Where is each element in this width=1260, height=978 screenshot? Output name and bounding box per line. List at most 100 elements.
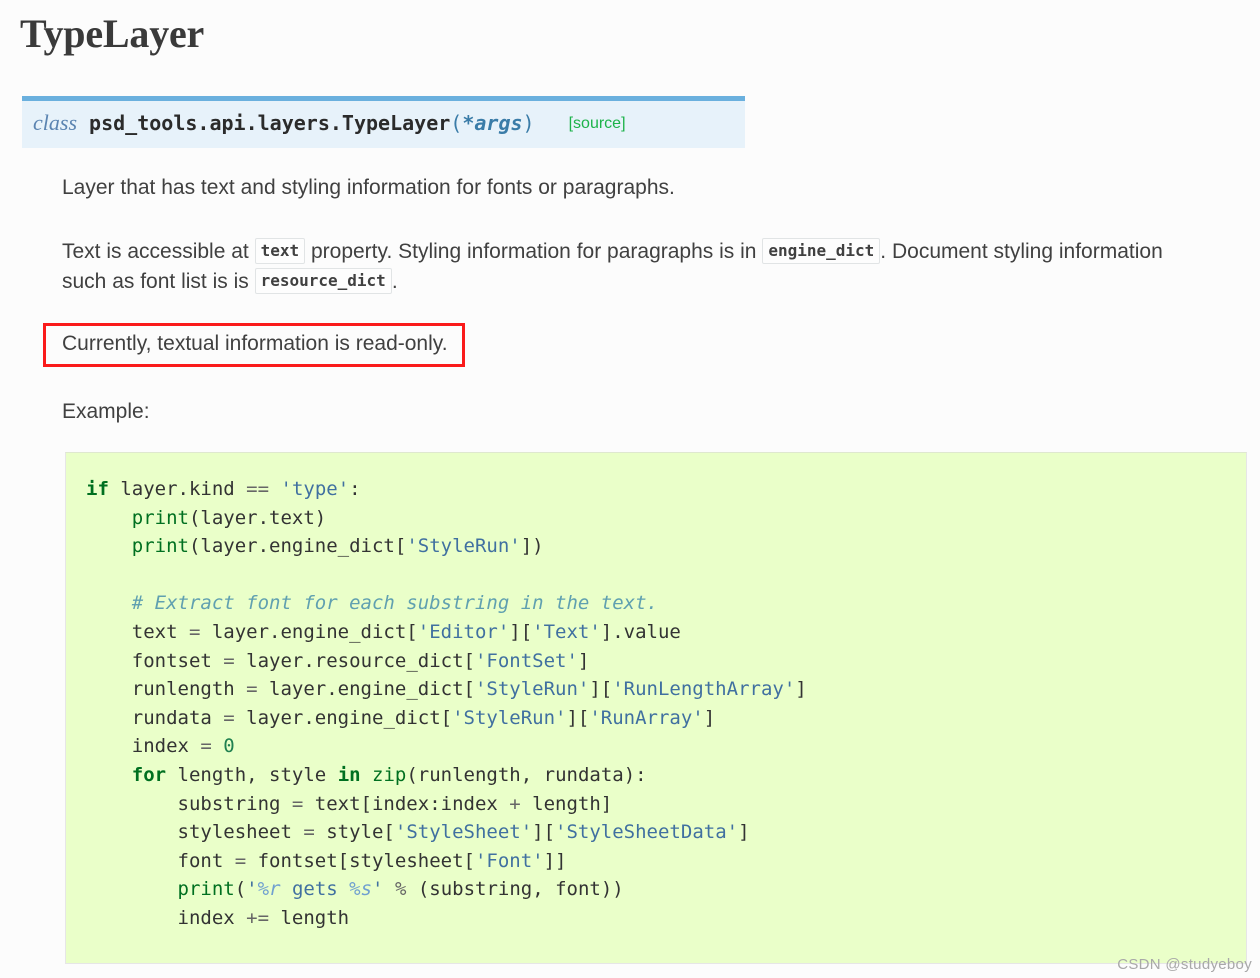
code-token: = <box>200 735 212 758</box>
code-token: font <box>86 849 235 872</box>
description-body: Layer that has text and styling informat… <box>43 173 1182 426</box>
example-label: Example: <box>62 400 150 423</box>
code-token: (substring, font)) <box>406 878 624 901</box>
code-token: = <box>246 678 258 701</box>
class-signature-box: class psd_tools.api.layers.TypeLayer(*ar… <box>22 96 745 148</box>
code-token: print <box>131 506 189 529</box>
code-token: length <box>269 906 350 929</box>
class-keyword: class <box>33 110 77 135</box>
code-token: 'type' <box>280 478 350 500</box>
code-token: ][ <box>566 706 590 729</box>
code-token: ' <box>246 878 258 901</box>
code-token: 'Editor' <box>417 620 510 643</box>
code-token: layer.engine_dict[ <box>257 678 475 701</box>
code-token: ] <box>577 649 590 672</box>
signature-open-paren: ( <box>450 111 463 135</box>
watermark: CSDN @studyeboy <box>1117 956 1252 973</box>
code-token: % <box>394 878 407 901</box>
code-token: zip <box>372 763 407 786</box>
code-token: layer.resource_dict[ <box>234 649 475 672</box>
code-token: = <box>223 649 235 672</box>
code-token: ]] <box>543 849 567 872</box>
code-token: # Extract font for each substring in the… <box>131 592 658 615</box>
paragraph2-text-3: . <box>880 240 887 263</box>
code-token: = <box>234 849 247 872</box>
code-token: 'StyleSheetData' <box>555 821 739 844</box>
inline-code-resource-dict: resource_dict <box>254 268 392 294</box>
signature-args: *args <box>462 111 523 135</box>
code-token: = <box>303 821 315 844</box>
code-token: substring <box>86 792 292 815</box>
code-token: (runlength, rundata): <box>406 763 647 786</box>
code-token: index <box>86 906 247 929</box>
code-token: text <box>86 620 189 643</box>
code-token: text[index:index <box>303 792 510 815</box>
readonly-highlight-box: Currently, textual information is read-o… <box>43 323 465 367</box>
code-token: print <box>177 878 235 901</box>
code-token: 'RunArray' <box>589 706 704 729</box>
inline-code-text: text <box>254 238 306 264</box>
class-qualified-name: psd_tools.api.layers.TypeLayer <box>89 111 451 135</box>
code-token: ][ <box>532 821 556 844</box>
code-token: length] <box>520 792 613 815</box>
code-token: ]) <box>520 535 544 558</box>
code-token: += <box>246 906 270 929</box>
code-token: ( <box>234 878 247 901</box>
code-token: ].value <box>600 620 681 643</box>
source-link[interactable]: [source] <box>569 115 626 132</box>
code-token: : <box>349 478 361 500</box>
code-token: %s <box>349 878 373 901</box>
code-token: 'StyleRun' <box>406 535 521 558</box>
code-token: in <box>337 763 361 786</box>
code-token: = <box>188 620 201 643</box>
code-token: ] <box>795 678 807 701</box>
code-token: 0 <box>223 735 235 758</box>
code-token: layer.engine_dict[ <box>200 620 418 643</box>
code-token: ' <box>372 878 384 901</box>
signature-close-paren: ) <box>522 111 535 135</box>
code-token: ][ <box>509 620 533 643</box>
code-token: fontset[stylesheet[ <box>246 849 475 872</box>
code-token: layer.kind <box>108 478 247 500</box>
inline-code-engine-dict: engine_dict <box>762 238 881 264</box>
code-token: == <box>246 478 270 500</box>
code-token: + <box>509 792 521 815</box>
code-token: index <box>86 735 201 758</box>
code-token: gets <box>280 878 350 901</box>
readonly-highlight-text: Currently, textual information is read-o… <box>62 332 448 355</box>
code-token: (layer.text) <box>188 506 327 529</box>
code-token: if <box>86 478 109 500</box>
code-token: 'Font' <box>474 849 544 872</box>
code-token: ][ <box>589 678 613 701</box>
code-token: 'StyleSheet' <box>394 821 533 844</box>
code-token: = <box>291 792 304 815</box>
code-token: 'StyleRun' <box>452 706 567 729</box>
code-token: style[ <box>314 821 395 844</box>
code-token: 'FontSet' <box>474 649 578 672</box>
code-token: rundata <box>86 706 224 729</box>
code-block: if layer.kind == 'type': print(layer.tex… <box>65 452 1247 964</box>
code-token: for <box>131 763 167 786</box>
code-token: %r <box>257 878 281 901</box>
code-token: = <box>223 706 235 729</box>
description-paragraph-1: Layer that has text and styling informat… <box>62 176 675 199</box>
paragraph2-text-1: Text is accessible at <box>62 240 249 263</box>
description-paragraph-2: Text is accessible at text property. Sty… <box>62 237 1182 297</box>
code-token: 'StyleRun' <box>474 678 590 701</box>
paragraph2-text-2: property. Styling information for paragr… <box>310 240 757 263</box>
code-token: layer.engine_dict[ <box>234 706 453 729</box>
code-token: stylesheet <box>86 821 304 844</box>
code-token: 'Text' <box>532 620 601 643</box>
code-token: runlength <box>86 678 247 701</box>
code-content: if layer.kind == 'type': print(layer.tex… <box>86 475 1246 933</box>
code-token: ] <box>738 821 750 844</box>
